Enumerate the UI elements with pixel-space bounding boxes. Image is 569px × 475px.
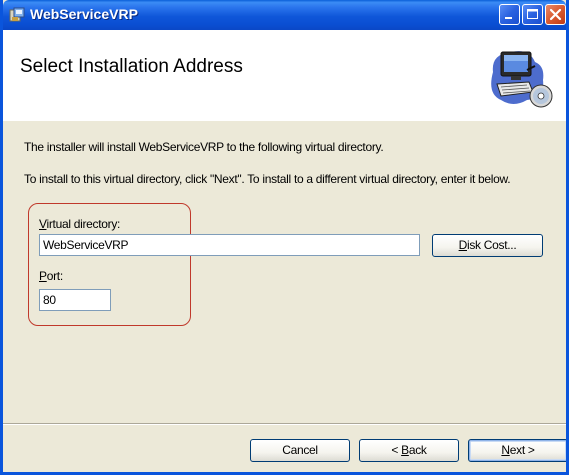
- virtual-directory-label-accel: V: [39, 217, 47, 231]
- disk-cost-button[interactable]: Disk Cost...: [432, 234, 543, 257]
- port-label-text: ort:: [46, 269, 63, 283]
- cancel-button[interactable]: Cancel: [250, 439, 350, 462]
- instruction-line-2: To install to this virtual directory, cl…: [24, 172, 511, 186]
- virtual-directory-input[interactable]: [39, 234, 420, 256]
- next-label: ext >: [509, 443, 535, 457]
- header-divider: [3, 120, 566, 121]
- virtual-directory-label: Virtual directory:: [39, 217, 120, 231]
- minimize-button[interactable]: [499, 4, 520, 25]
- title-bar[interactable]: WebServiceVRP: [3, 0, 566, 30]
- page-title: Select Installation Address: [20, 56, 243, 77]
- back-accel: B: [401, 443, 409, 457]
- installer-window: WebServiceVRP Select Installation Addres…: [0, 0, 569, 475]
- disk-cost-accel: D: [458, 238, 468, 252]
- virtual-directory-label-text: irtual directory:: [46, 217, 121, 231]
- close-button[interactable]: [545, 4, 566, 25]
- installer-icon: [9, 7, 25, 22]
- maximize-icon: [527, 9, 538, 19]
- close-icon: [549, 8, 562, 21]
- port-label: Port:: [39, 269, 63, 283]
- back-prefix: <: [391, 443, 402, 457]
- back-label: ack: [408, 443, 427, 457]
- next-button[interactable]: Next >: [468, 439, 566, 462]
- footer-divider: [3, 423, 566, 425]
- port-input[interactable]: [39, 289, 111, 311]
- next-accel: N: [501, 443, 510, 457]
- disk-cost-label: isk Cost...: [466, 238, 517, 252]
- instruction-line-1: The installer will install WebServiceVRP…: [24, 140, 384, 154]
- port-label-accel: P: [39, 269, 47, 283]
- back-button[interactable]: < Back: [359, 439, 459, 462]
- dialog-header: Select Installation Address: [3, 30, 566, 121]
- minimize-icon: [505, 17, 512, 19]
- computer-cd-icon: [491, 51, 553, 108]
- window-title: WebServiceVRP: [30, 6, 138, 22]
- maximize-button[interactable]: [522, 4, 543, 25]
